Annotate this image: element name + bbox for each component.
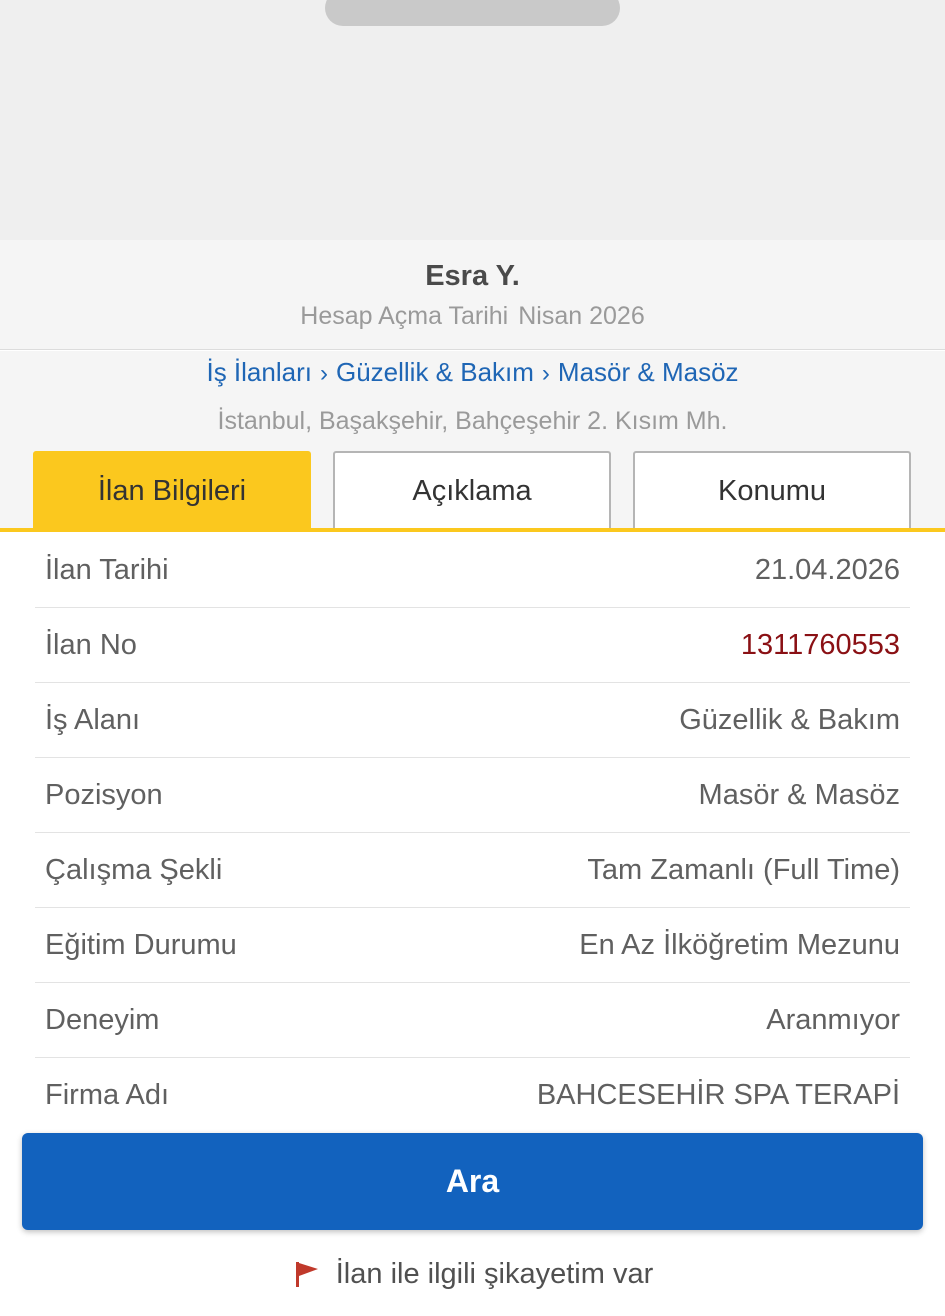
detail-key: Çalışma Şekli xyxy=(45,853,223,886)
detail-value: 21.04.2026 xyxy=(754,553,900,586)
sheet-handle[interactable] xyxy=(325,0,620,26)
breadcrumb-item-masseur[interactable]: Masör & Masöz xyxy=(558,357,739,387)
photo-area xyxy=(0,0,945,240)
detail-key: Eğitim Durumu xyxy=(45,928,237,961)
listing-number[interactable]: 1311760553 xyxy=(741,629,900,662)
breadcrumb-separator: › xyxy=(319,360,328,387)
detail-key: Pozisyon xyxy=(45,778,163,811)
detail-key: İlan Tarihi xyxy=(45,553,169,586)
seller-info: Esra Y. Hesap Açma Tarihi Nisan 2026 xyxy=(0,240,945,350)
detail-row-date: İlan Tarihi 21.04.2026 xyxy=(35,533,910,608)
detail-row-field: İş Alanı Güzellik & Bakım xyxy=(35,683,910,758)
tab-bar: İlan Bilgileri Açıklama Konumu xyxy=(0,451,945,533)
seller-name[interactable]: Esra Y. xyxy=(0,260,945,293)
detail-row-education: Eğitim Durumu En Az İlköğretim Mezunu xyxy=(35,908,910,983)
breadcrumb-item-beauty[interactable]: Güzellik & Bakım xyxy=(336,357,534,387)
account-since: Hesap Açma Tarihi Nisan 2026 xyxy=(0,302,945,331)
breadcrumb-item-jobs[interactable]: İş İlanları xyxy=(206,357,312,387)
detail-value: Aranmıyor xyxy=(766,1003,900,1036)
tab-location[interactable]: Konumu xyxy=(633,451,911,529)
listing-detail-screen: Esra Y. Hesap Açma Tarihi Nisan 2026 İş İ… xyxy=(0,0,945,1316)
detail-row-company: Firma Adı BAHCESEHİR SPA TERAPİ xyxy=(35,1058,910,1133)
detail-row-listing-no: İlan No 1311760553 xyxy=(35,608,910,683)
detail-key: İlan No xyxy=(45,628,137,661)
detail-value: BAHCESEHİR SPA TERAPİ xyxy=(536,1079,900,1111)
flag-icon xyxy=(295,1262,318,1287)
tab-description[interactable]: Açıklama xyxy=(333,451,611,529)
account-since-label: Hesap Açma Tarihi xyxy=(300,302,509,330)
breadcrumb: İş İlanları › Güzellik & Bakım › Masör & Mas… xyxy=(0,357,945,388)
detail-key: İş Alanı xyxy=(45,703,141,736)
tab-underline xyxy=(0,528,945,532)
account-since-value: Nisan 2026 xyxy=(518,302,645,330)
detail-row-work-type: Çalışma Şekli Tam Zamanlı (Full Time) xyxy=(35,833,910,908)
report-listing-link[interactable]: İlan ile ilgili şikayetim var xyxy=(0,1252,945,1296)
detail-value: Güzellik & Bakım xyxy=(679,703,900,736)
tab-listing-info[interactable]: İlan Bilgileri xyxy=(33,451,311,529)
detail-value: Tam Zamanlı (Full Time) xyxy=(587,853,900,886)
detail-row-experience: Deneyim Aranmıyor xyxy=(35,983,910,1058)
detail-row-position: Pozisyon Masör & Masöz xyxy=(35,758,910,833)
detail-value: Masör & Masöz xyxy=(698,778,900,811)
detail-key: Deneyim xyxy=(45,1003,160,1036)
breadcrumb-separator: › xyxy=(541,360,550,387)
listing-details: İlan Tarihi 21.04.2026 İlan No 131176055… xyxy=(35,533,910,1133)
detail-key: Firma Adı xyxy=(45,1079,170,1111)
detail-value: En Az İlköğretim Mezunu xyxy=(579,928,900,961)
report-link-label: İlan ile ilgili şikayetim var xyxy=(335,1257,654,1290)
listing-location: İstanbul, Başakşehir, Bahçeşehir 2. Kısı… xyxy=(217,407,728,435)
call-button[interactable]: Ara xyxy=(22,1133,923,1230)
